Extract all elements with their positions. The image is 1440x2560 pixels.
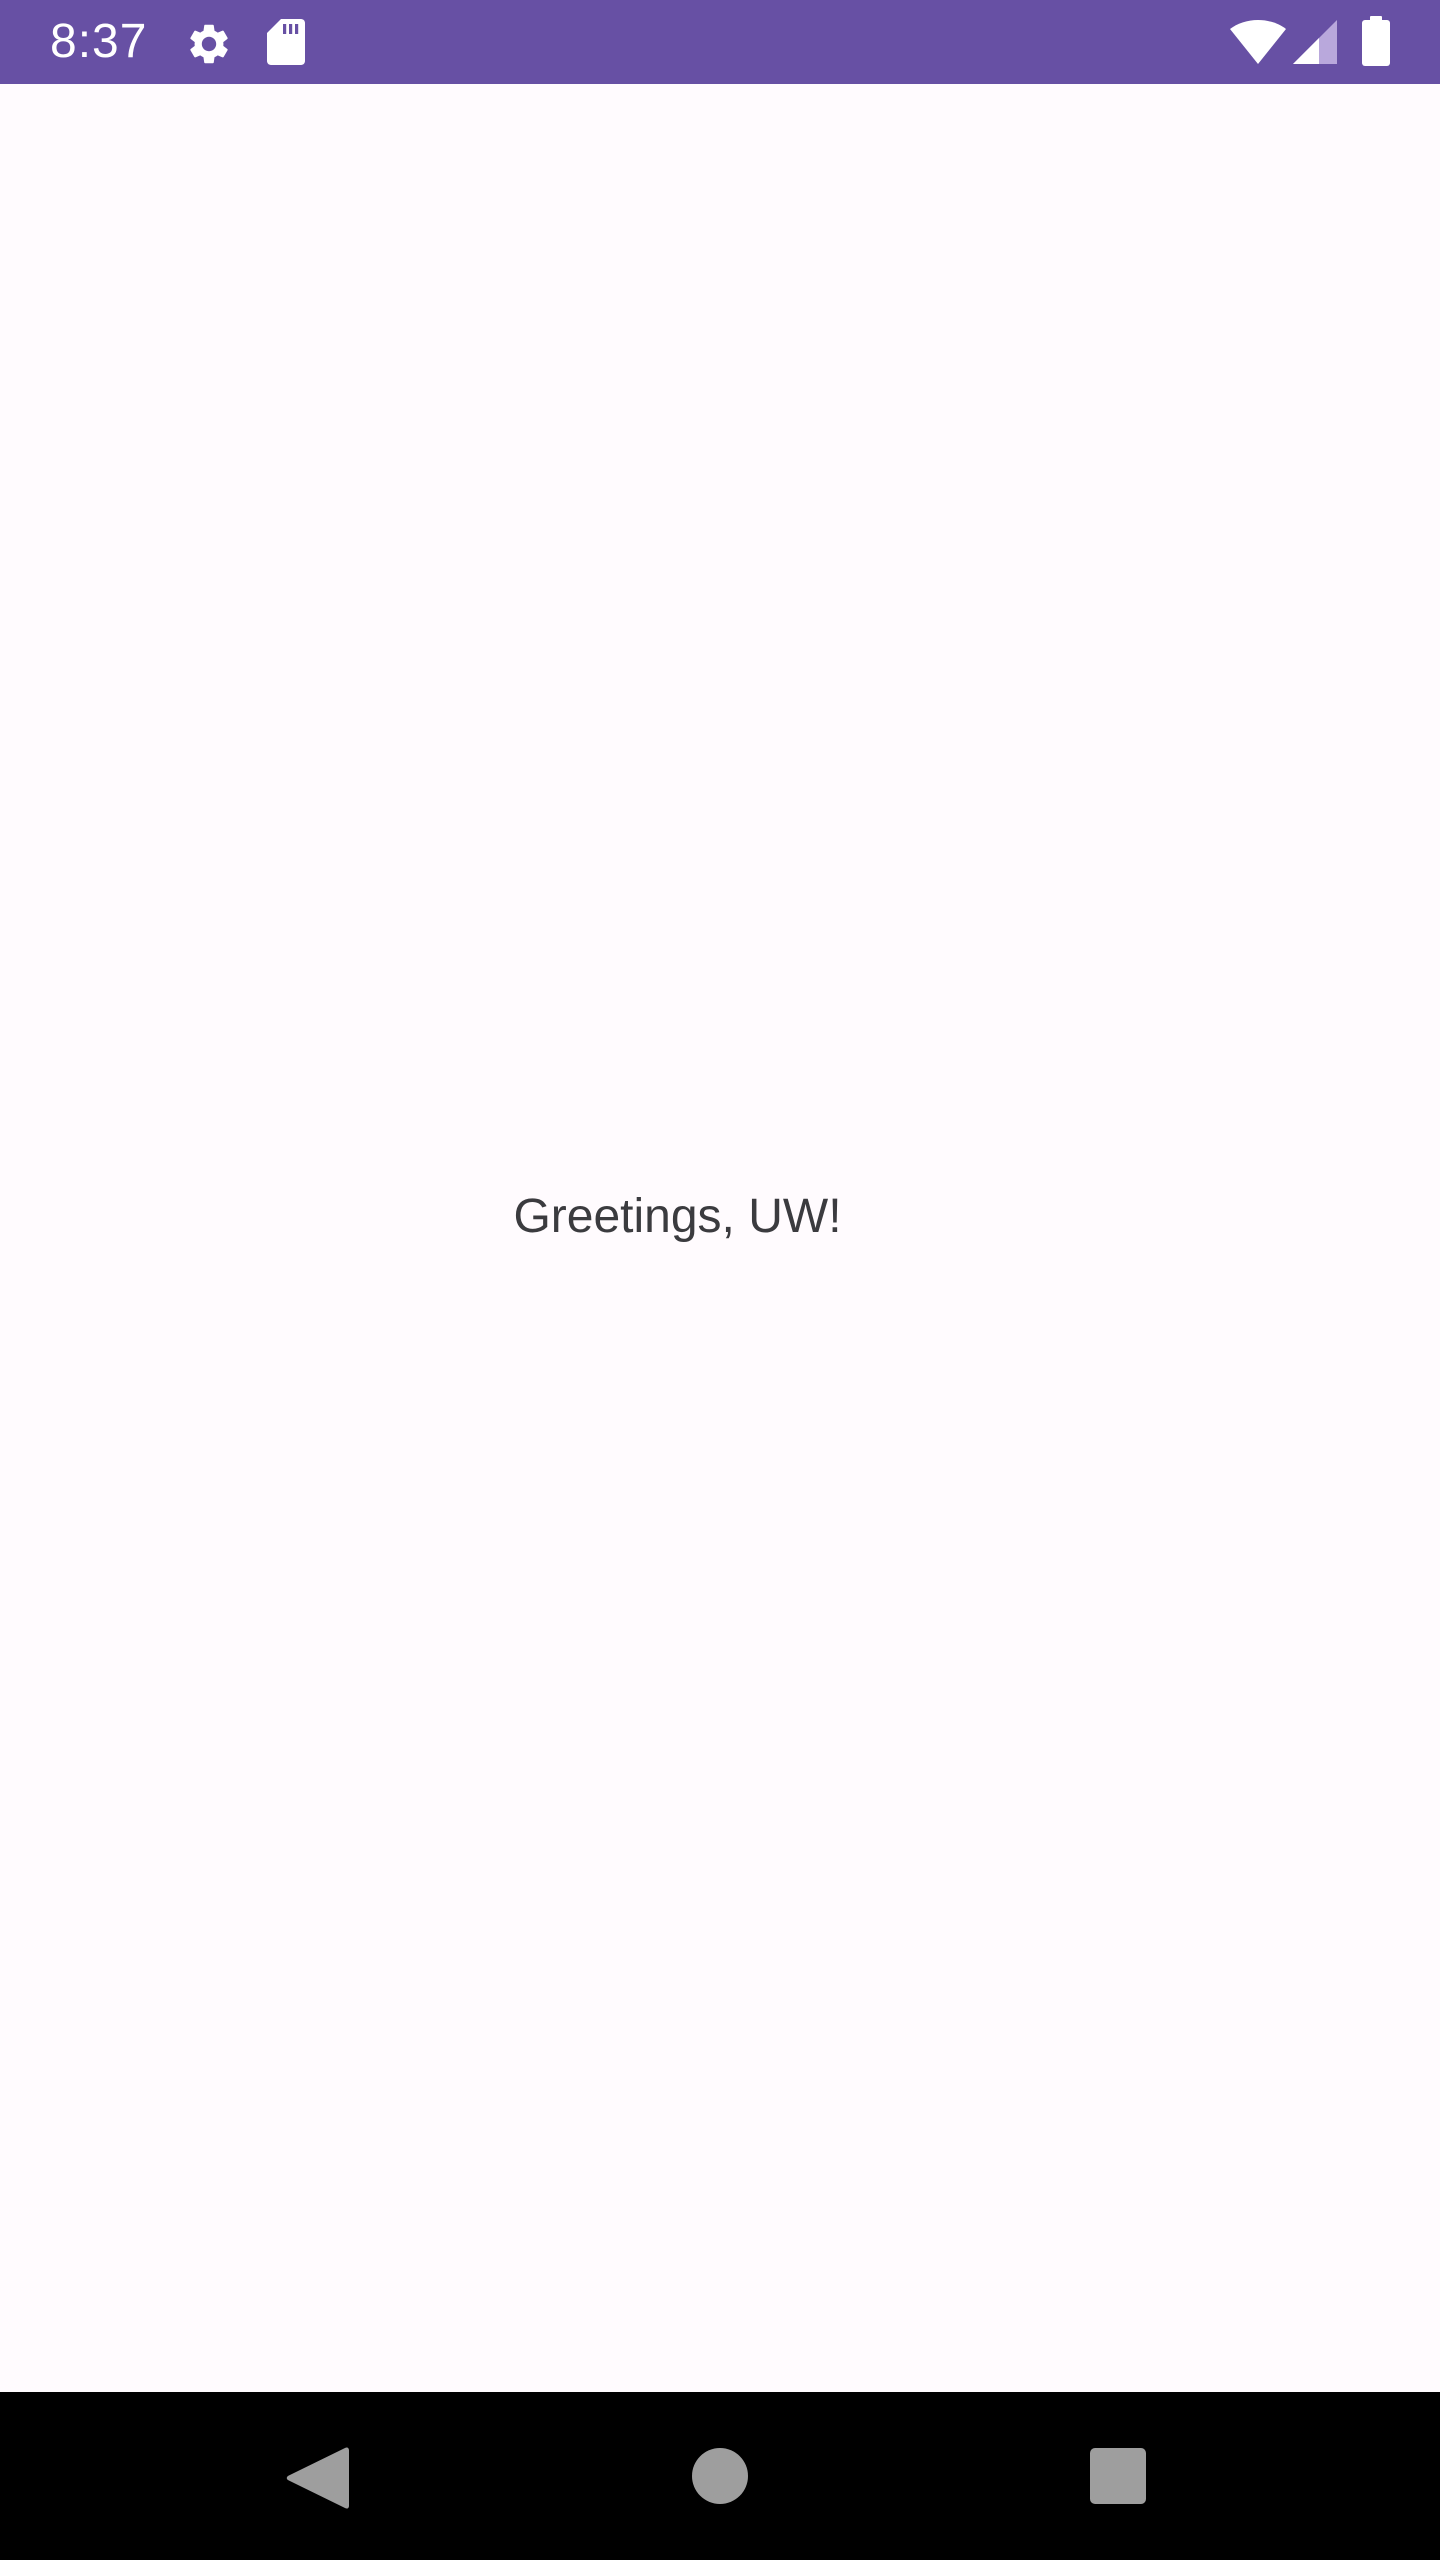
wifi-icon	[1230, 20, 1286, 64]
battery-icon	[1362, 16, 1390, 66]
recents-icon[interactable]	[1090, 2448, 1146, 2504]
greeting-text: Greetings, UW!	[513, 1190, 842, 1243]
status-time: 8:37	[50, 15, 148, 68]
gear-icon	[190, 24, 228, 64]
sdcard-icon	[267, 19, 305, 65]
signal-icon	[1293, 20, 1337, 64]
navigation-bar	[0, 2392, 1440, 2560]
status-bar: 8:37	[0, 0, 1440, 84]
back-icon[interactable]	[285, 2444, 349, 2512]
home-icon[interactable]	[692, 2448, 748, 2504]
main-content: Greetings, UW!	[0, 84, 1440, 2392]
